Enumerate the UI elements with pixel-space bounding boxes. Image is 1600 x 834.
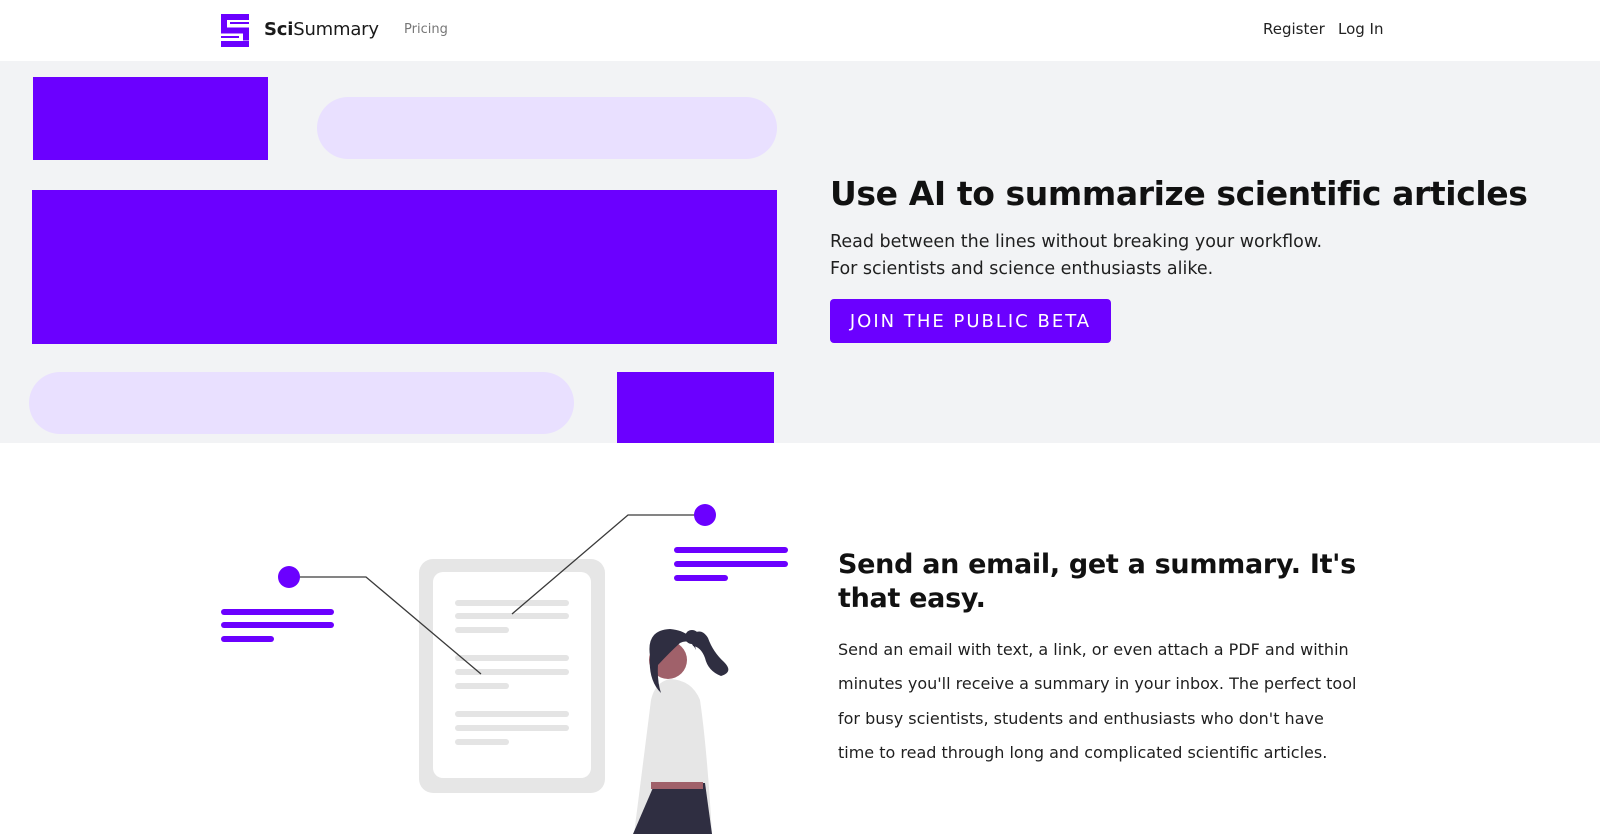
summary-bars-left [221,609,334,642]
connector-dot-right [694,504,716,526]
feature-title: Send an email, get a summary. It's that … [838,549,1356,614]
brand-name-regular: Summary [293,19,379,40]
hero-subtitle-line-1: Read between the lines without breaking … [830,232,1323,252]
top-nav: SciSummary Pricing Register Log In [0,0,1600,61]
nav-link-register[interactable]: Register [1263,20,1325,38]
email-summary-illustration [221,504,788,834]
decor-block-wide [32,190,777,344]
hero-subtitle-line-2: For scientists and science enthusiasts a… [830,259,1214,279]
brand-name-bold: Sci [264,19,294,40]
hero-section: Use AI to summarize scientific articles … [0,61,1600,443]
brand-name[interactable]: SciSummary [264,19,379,40]
nav-link-pricing[interactable]: Pricing [404,22,448,37]
decor-pill-top [317,97,777,159]
nav-link-login[interactable]: Log In [1338,20,1384,38]
scisummary-logo-icon[interactable] [221,14,249,47]
summary-bars-right [674,547,788,581]
connector-dot-left [278,566,300,588]
feature-description: Send an email with text, a link, or even… [838,640,1357,763]
join-public-beta-button[interactable]: JOIN THE PUBLIC BETA [830,299,1111,343]
decor-pill-bottom [29,372,574,434]
hero-subtitle: Read between the lines without breaking … [830,229,1322,283]
decor-block-top-left [33,77,268,160]
hero-title: Use AI to summarize scientific articles [830,174,1528,213]
person-figure [633,629,729,834]
decor-block-bottom-right [617,372,774,443]
